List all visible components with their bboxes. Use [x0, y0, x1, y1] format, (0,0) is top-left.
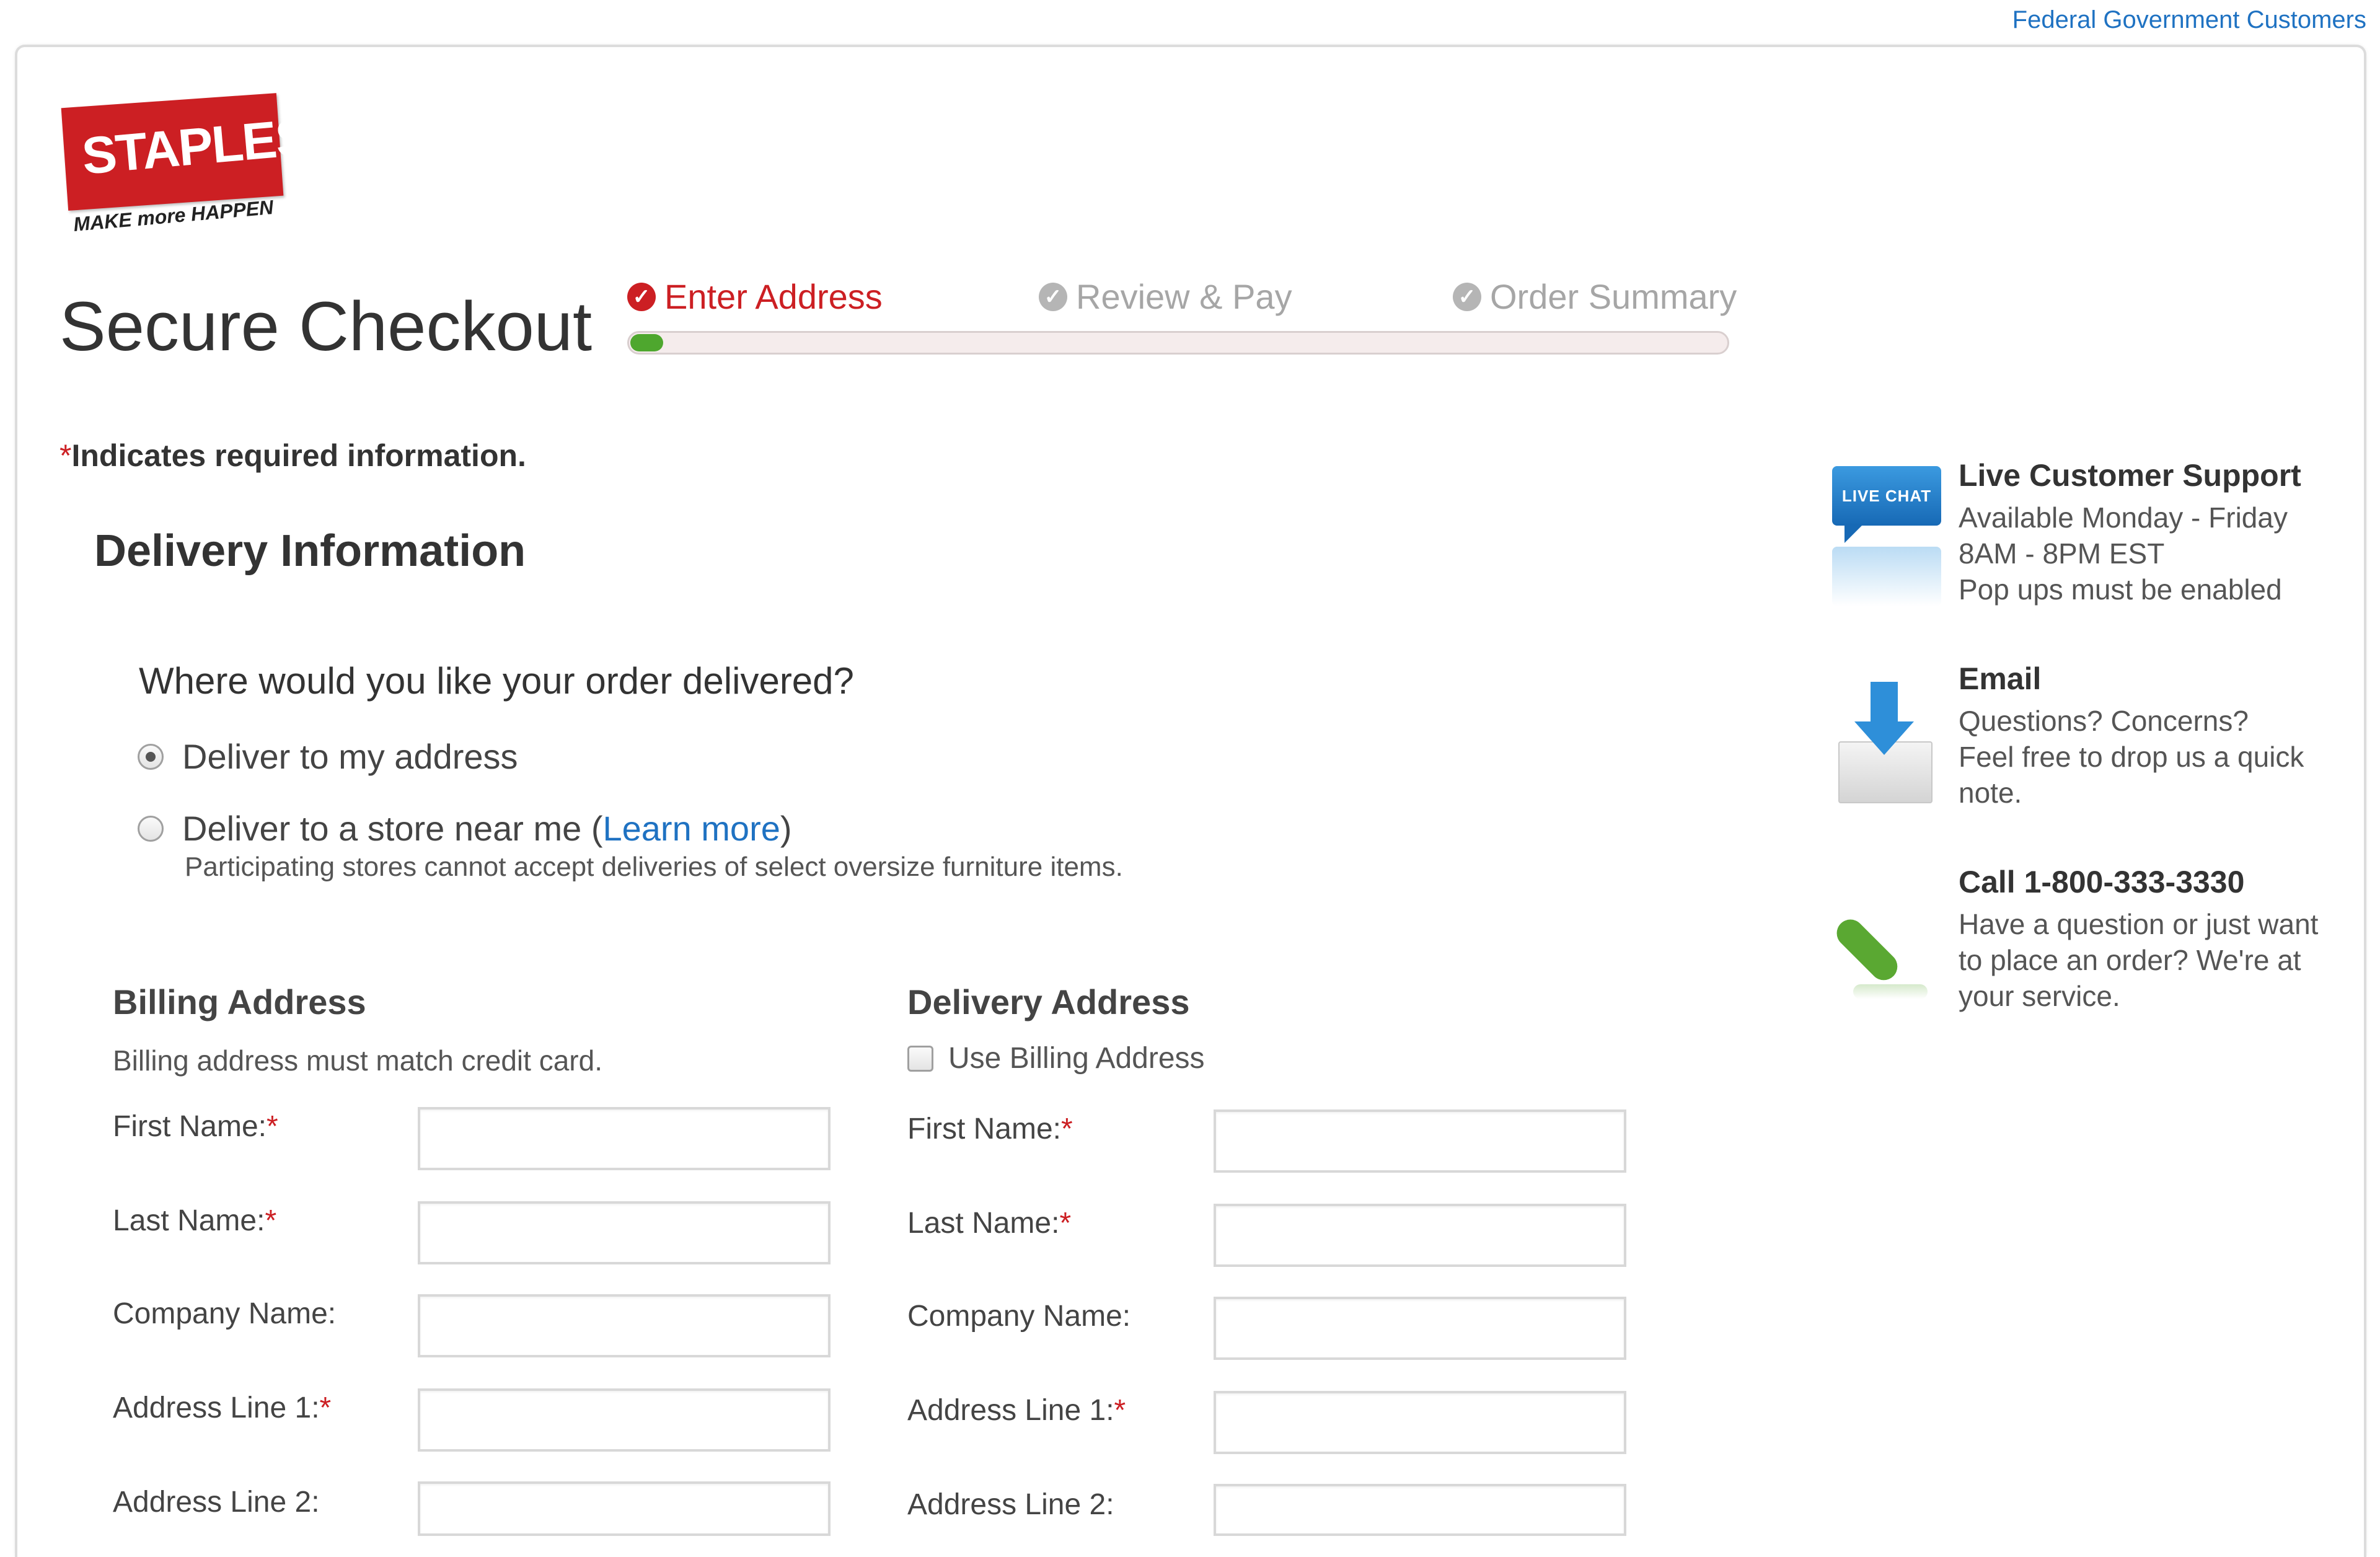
- required-note: *Indicates required information.: [60, 438, 526, 473]
- step-label: Order Summary: [1490, 277, 1737, 316]
- live-chat-badge: LIVE CHAT: [1832, 466, 1941, 526]
- delivery-company-input[interactable]: [1214, 1297, 1626, 1360]
- call-title: Call 1-800-333-3330: [1959, 865, 2245, 899]
- billing-last-name-label: Last Name:*: [113, 1204, 277, 1237]
- step-enter-address: ✓ Enter Address: [627, 276, 883, 317]
- progress-bar: [627, 331, 1729, 355]
- federal-customers-link[interactable]: Federal Government Customers: [2012, 6, 2366, 34]
- delivery-address2-label: Address Line 2:: [907, 1488, 1114, 1521]
- use-billing-label: Use Billing Address: [948, 1042, 1205, 1075]
- check-circle-icon: ✓: [1453, 282, 1481, 311]
- use-billing-checkbox[interactable]: [907, 1045, 933, 1072]
- live-chat-icon[interactable]: LIVE CHAT: [1832, 466, 1942, 632]
- delivery-first-name-label: First Name:*: [907, 1113, 1073, 1145]
- check-circle-icon: ✓: [627, 282, 656, 311]
- delivery-first-name-input[interactable]: [1214, 1109, 1626, 1173]
- billing-address2-label: Address Line 2:: [113, 1486, 320, 1519]
- email-icon[interactable]: [1836, 682, 1935, 806]
- learn-more-link[interactable]: Learn more: [602, 809, 780, 848]
- phone-icon[interactable]: [1831, 898, 1934, 1003]
- live-support-title: Live Customer Support: [1959, 458, 2301, 493]
- radio-deliver-store[interactable]: [138, 815, 164, 842]
- billing-company-label: Company Name:: [113, 1297, 337, 1330]
- billing-address2-input[interactable]: [418, 1481, 831, 1536]
- staples-logo[interactable]: STAPLES MAKE more HAPPEN: [61, 93, 312, 242]
- delivery-address1-label: Address Line 1:*: [907, 1394, 1126, 1427]
- live-support-text: Available Monday - Friday 8AM - 8PM EST …: [1959, 501, 2288, 606]
- page-title: Secure Checkout: [60, 288, 593, 365]
- option-deliver-store[interactable]: Deliver to a store near me (Learn more): [138, 808, 792, 849]
- step-review-pay: ✓ Review & Pay: [1039, 276, 1292, 317]
- billing-first-name-input[interactable]: [418, 1107, 831, 1170]
- email-title: Email: [1959, 661, 2042, 696]
- step-order-summary: ✓ Order Summary: [1453, 276, 1737, 317]
- delivery-company-label: Company Name:: [907, 1300, 1131, 1333]
- use-billing-row[interactable]: Use Billing Address: [907, 1041, 1205, 1075]
- call-text: Have a question or just want to place an…: [1959, 908, 2319, 1012]
- option-deliver-address[interactable]: Deliver to my address: [138, 736, 518, 777]
- delivery-address2-input[interactable]: [1214, 1484, 1626, 1536]
- delivery-last-name-label: Last Name:*: [907, 1207, 1072, 1240]
- delivery-question: Where would you like your order delivere…: [139, 660, 854, 702]
- check-circle-icon: ✓: [1039, 282, 1067, 311]
- radio-deliver-address[interactable]: [138, 743, 164, 770]
- billing-address1-input[interactable]: [418, 1388, 831, 1452]
- billing-address1-label: Address Line 1:*: [113, 1392, 332, 1424]
- billing-company-input[interactable]: [418, 1294, 831, 1357]
- delivery-address1-input[interactable]: [1214, 1391, 1626, 1454]
- delivery-information-heading: Delivery Information: [94, 526, 526, 576]
- billing-last-name-input[interactable]: [418, 1201, 831, 1264]
- store-note: Participating stores cannot accept deliv…: [185, 852, 1123, 882]
- delivery-address-heading: Delivery Address: [907, 982, 1190, 1021]
- email-text: Questions? Concerns? Feel free to drop u…: [1959, 705, 2304, 809]
- billing-first-name-label: First Name:*: [113, 1110, 278, 1143]
- delivery-last-name-input[interactable]: [1214, 1204, 1626, 1267]
- step-label: Review & Pay: [1076, 277, 1292, 316]
- step-label: Enter Address: [664, 277, 883, 316]
- billing-address-heading: Billing Address: [113, 982, 366, 1021]
- option-label: Deliver to a store near me (Learn more): [182, 809, 792, 848]
- billing-note: Billing address must match credit card.: [113, 1044, 602, 1077]
- progress-fill: [630, 334, 663, 351]
- option-label: Deliver to my address: [182, 737, 518, 776]
